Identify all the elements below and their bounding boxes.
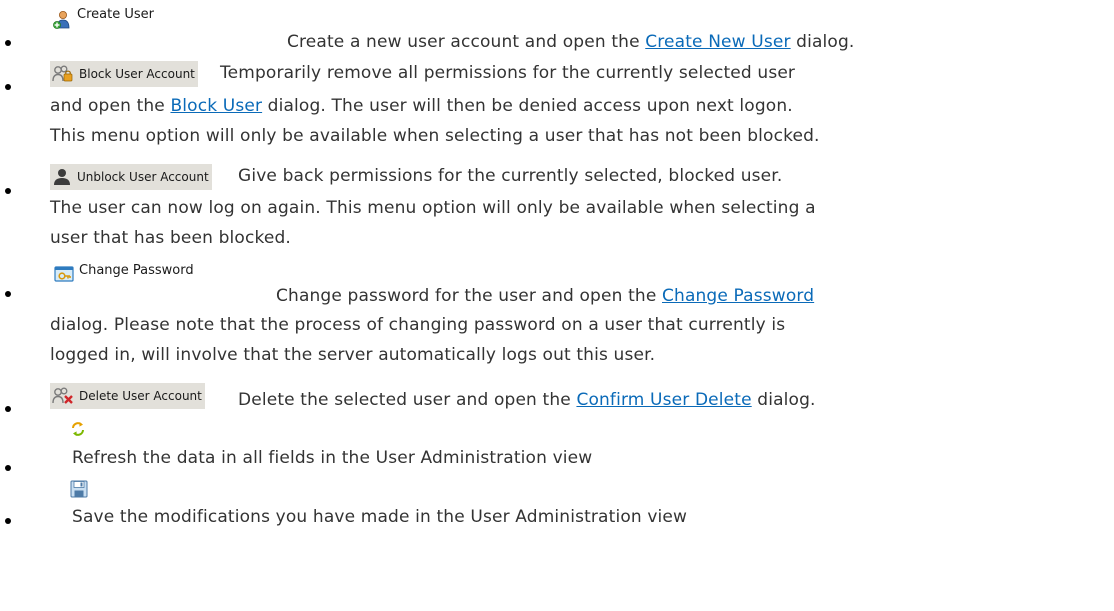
description-text: Delete the selected user and open the bbox=[238, 390, 577, 410]
description-line: Create a new user account and open the C… bbox=[287, 30, 854, 54]
button-label: Create User bbox=[77, 6, 154, 22]
delete-user-icon bbox=[52, 387, 73, 404]
description-line: Refresh the data in all fields in the Us… bbox=[72, 446, 592, 470]
bullet bbox=[5, 465, 11, 471]
description-text: user that has been blocked. bbox=[50, 228, 291, 248]
save-icon bbox=[70, 480, 88, 498]
description-line: logged in, will involve that the server … bbox=[50, 343, 655, 367]
description-text: Save the modifications you have made in … bbox=[72, 507, 688, 527]
description-text: dialog. bbox=[790, 32, 855, 52]
description-text: Refresh the data in all fields in the Us… bbox=[72, 448, 593, 468]
description-text: logged in, will involve that the server … bbox=[50, 345, 656, 365]
button-label: Change Password bbox=[79, 262, 194, 278]
description-text: Change password for the user and open th… bbox=[276, 286, 662, 306]
description-text: dialog. Please note that the process of … bbox=[50, 315, 786, 335]
bullet bbox=[5, 188, 11, 194]
bullet bbox=[5, 291, 11, 297]
description-text: Give back permissions for the currently … bbox=[238, 166, 783, 186]
button-label: Block User Account bbox=[79, 67, 195, 81]
description-line: Temporarily remove all permissions for t… bbox=[220, 61, 795, 85]
bullet bbox=[5, 406, 11, 412]
block-user-account-button-image: Block User Account bbox=[50, 61, 198, 87]
change-password-link[interactable]: Change Password bbox=[662, 286, 814, 306]
unblock-user-account-button-image: Unblock User Account bbox=[50, 164, 212, 190]
delete-user-account-button-image: Delete User Account bbox=[50, 383, 205, 409]
description-line: Give back permissions for the currently … bbox=[238, 164, 782, 188]
button-label: Unblock User Account bbox=[77, 170, 209, 184]
description-text: dialog. bbox=[751, 390, 816, 410]
description-line: Change password for the user and open th… bbox=[276, 284, 814, 308]
description-line: user that has been blocked. bbox=[50, 226, 291, 250]
description-line: This menu option will only be available … bbox=[50, 124, 820, 148]
change-password-icon bbox=[54, 266, 74, 282]
description-line: Save the modifications you have made in … bbox=[72, 505, 687, 529]
create-new-user-link[interactable]: Create New User bbox=[645, 32, 790, 52]
refresh-icon bbox=[72, 422, 84, 436]
description-text: Create a new user account and open the bbox=[287, 32, 646, 52]
unblock-user-icon bbox=[54, 169, 70, 185]
confirm-user-delete-link[interactable]: Confirm User Delete bbox=[576, 390, 751, 410]
description-text: The user can now log on again. This menu… bbox=[50, 198, 816, 218]
bullet bbox=[5, 40, 11, 46]
description-text: and open the bbox=[50, 96, 171, 116]
description-line: Delete the selected user and open the Co… bbox=[238, 388, 816, 412]
bullet bbox=[5, 518, 11, 524]
description-text: dialog. The user will then be denied acc… bbox=[262, 96, 793, 116]
create-user-button-image: Create User bbox=[50, 6, 157, 32]
list-item-create-user: Create User Create a new user account an… bbox=[5, 0, 1110, 56]
block-user-icon bbox=[52, 65, 73, 82]
block-user-link[interactable]: Block User bbox=[170, 96, 262, 116]
change-password-button-image: Change Password bbox=[52, 262, 197, 286]
button-label: Delete User Account bbox=[79, 389, 202, 403]
create-user-icon bbox=[53, 11, 70, 29]
description-line: The user can now log on again. This menu… bbox=[50, 196, 816, 220]
description-line: and open the Block User dialog. The user… bbox=[50, 94, 793, 118]
description-text: This menu option will only be available … bbox=[50, 126, 820, 146]
description-text: Temporarily remove all permissions for t… bbox=[220, 63, 796, 83]
description-line: dialog. Please note that the process of … bbox=[50, 313, 785, 337]
bullet bbox=[5, 84, 11, 90]
